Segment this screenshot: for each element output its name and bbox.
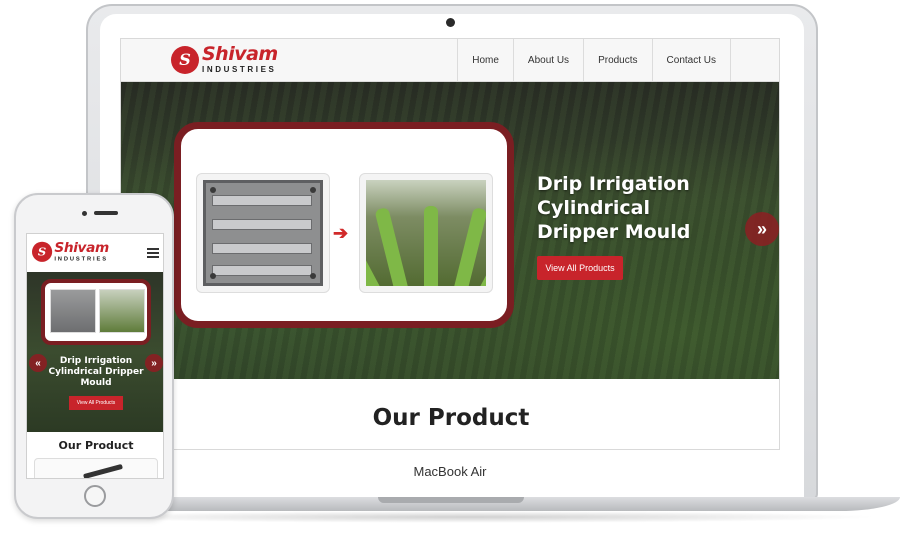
camera-icon xyxy=(446,18,455,27)
logo-subtitle: INDUSTRIES xyxy=(202,65,277,74)
view-all-products-button[interactable]: View All Products xyxy=(537,256,623,280)
section-title: Our Product xyxy=(372,405,530,431)
site-logo[interactable]: S Shivam INDUSTRIES xyxy=(171,45,278,74)
nav-home[interactable]: Home xyxy=(457,39,513,82)
main-nav: Home About Us Products Contact Us xyxy=(457,39,731,82)
laptop-notch xyxy=(378,497,524,503)
mould-image xyxy=(196,173,330,293)
mobile-hero-title: Drip Irrigation Cylindrical Dripper Moul… xyxy=(48,356,144,388)
phone-speaker xyxy=(94,211,118,215)
laptop-screen: S Shivam INDUSTRIES Home About Us Produc… xyxy=(120,38,780,450)
hamburger-menu-icon[interactable] xyxy=(147,248,159,258)
hero-title: Drip Irrigation Cylindrical Dripper Moul… xyxy=(537,173,691,243)
site-header: S Shivam INDUSTRIES Home About Us Produc… xyxy=(121,39,779,82)
mobile-logo-subtitle: INDUSTRIES xyxy=(54,255,108,262)
mobile-mould-image xyxy=(50,289,96,333)
slider-next-icon[interactable]: » xyxy=(745,212,779,246)
nav-about-us[interactable]: About Us xyxy=(512,39,583,82)
mobile-view-all-products-button[interactable]: View All Products xyxy=(69,396,123,410)
mobile-header: S Shivam INDUSTRIES xyxy=(27,234,163,272)
mobile-hero-card xyxy=(41,279,151,345)
mobile-product-card[interactable] xyxy=(34,458,158,478)
mobile-section-title: Our Product xyxy=(58,439,134,452)
arrow-right-icon: ➔ xyxy=(333,223,349,243)
device-label: MacBook Air xyxy=(413,464,487,479)
laptop-shadow xyxy=(60,511,880,523)
hero-product-card: ➔ xyxy=(174,122,514,328)
logo-name: Shivam xyxy=(202,43,278,65)
nav-contact-us[interactable]: Contact Us xyxy=(651,39,731,82)
phone-screen: S Shivam INDUSTRIES « » Drip Irrigation … xyxy=(26,233,164,479)
phone-camera-icon xyxy=(82,211,87,216)
mobile-logo-name: Shivam xyxy=(54,239,109,256)
mobile-logo[interactable]: S Shivam INDUSTRIES xyxy=(32,241,109,262)
irrigation-field-image xyxy=(359,173,493,293)
mobile-field-image xyxy=(99,289,145,333)
logo-mark-icon: S xyxy=(171,45,199,74)
mobile-hero-slider: « » Drip Irrigation Cylindrical Dripper … xyxy=(27,272,163,432)
hero-slider: ➔ Drip Irrigation Cylindrical Dripper Mo… xyxy=(121,82,779,379)
nav-products[interactable]: Products xyxy=(583,39,651,82)
home-button-icon[interactable] xyxy=(84,485,106,507)
mobile-logo-mark-icon: S xyxy=(32,241,53,262)
